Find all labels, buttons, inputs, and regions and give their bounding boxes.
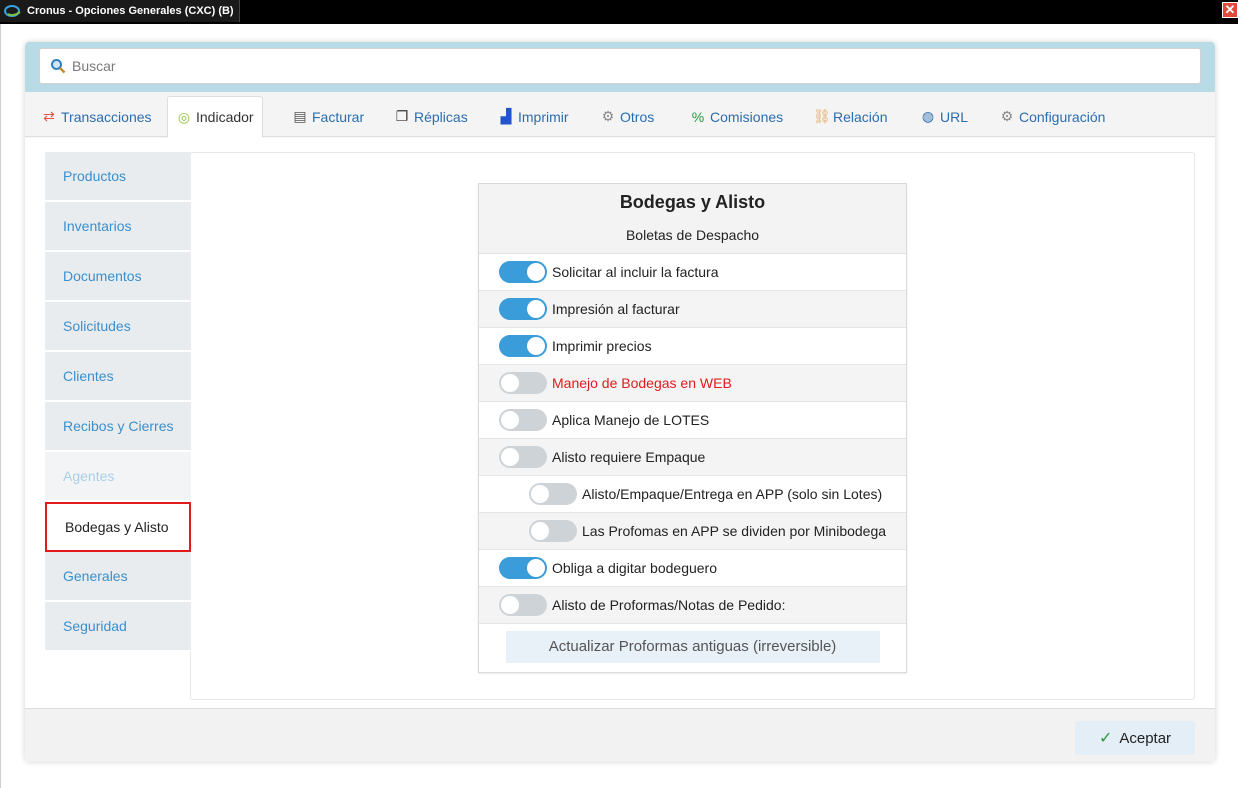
tab-label: Transacciones [61, 108, 152, 125]
option-row: Aplica Manejo de LOTES [479, 402, 906, 439]
side-nav: Productos Inventarios Documentos Solicit… [45, 152, 191, 652]
window-title: Cronus - Opciones Generales (CXC) (B) [27, 5, 234, 17]
sidebar-item-inventarios[interactable]: Inventarios [45, 202, 191, 252]
accept-button[interactable]: ✓ Aceptar [1075, 721, 1195, 755]
panel-title: Bodegas y Alisto [619, 192, 766, 212]
option-row: Imprimir precios [479, 328, 906, 365]
options-dialog: ⇄ Transacciones ◎ Indicador ▤ Facturar ❐ Rép… [25, 42, 1215, 762]
search-input[interactable] [72, 58, 1172, 74]
option-label: Solicitar al incluir la factura [552, 264, 719, 280]
target-icon: ◎ [177, 108, 191, 125]
tab-content: Productos Inventarios Documentos Solicit… [25, 138, 1215, 708]
action-row: Actualizar Proformas antiguas (irreversi… [479, 624, 906, 669]
tab-label: URL [940, 108, 969, 125]
tab-label: Otros [620, 108, 655, 125]
option-label: Alisto de Proformas/Notas de Pedido: [552, 597, 786, 613]
option-row: Las Profomas en APP se dividen por Minib… [479, 513, 906, 550]
tab-label: Indicador [196, 109, 254, 125]
toggle-switch[interactable] [529, 483, 577, 505]
tab-label: Imprimir [518, 108, 569, 125]
panel-header: Bodegas y Alisto Boletas de Despacho [479, 184, 906, 254]
tab-label: Facturar [312, 108, 365, 125]
sidebar-item-bodegas-y-alisto[interactable]: Bodegas y Alisto [45, 502, 191, 552]
sidebar-item-documentos[interactable]: Documentos [45, 252, 191, 302]
toggle-switch[interactable] [499, 446, 547, 468]
link-icon: ⛓ [813, 108, 831, 124]
tab-imprimir[interactable]: ▟ Imprimir [490, 96, 577, 137]
option-row: Manejo de Bodegas en WEB [479, 365, 906, 402]
option-label: Obliga a digitar bodeguero [552, 560, 718, 576]
toggle-switch[interactable] [499, 298, 547, 320]
option-label: Aplica Manejo de LOTES [552, 412, 710, 428]
tab-configuracion[interactable]: ⚙ Configuración [991, 96, 1113, 137]
chart-icon: ▟ [500, 108, 512, 124]
percent-icon: % [691, 108, 705, 125]
accept-label: Aceptar [1119, 729, 1172, 747]
search-icon [50, 58, 66, 74]
check-icon: ✓ [1098, 730, 1113, 747]
toggle-switch[interactable] [499, 409, 547, 431]
document-icon: ▤ [293, 108, 307, 124]
app-logo-icon [4, 4, 22, 18]
tab-label: Réplicas [414, 108, 468, 125]
dialog-footer: ✓ Aceptar [25, 708, 1215, 762]
option-row: Obliga a digitar bodeguero [479, 550, 906, 587]
option-label: Alisto requiere Empaque [552, 449, 706, 465]
gear-icon: ⚙ [1000, 108, 1014, 124]
option-row: Impresión al facturar [479, 291, 906, 328]
sidebar-item-generales[interactable]: Generales [45, 552, 191, 602]
sidebar-item-clientes[interactable]: Clientes [45, 352, 191, 402]
sidebar-item-solicitudes[interactable]: Solicitudes [45, 302, 191, 352]
toggle-switch[interactable] [529, 520, 577, 542]
toggle-switch[interactable] [499, 557, 547, 579]
sidebar-item-productos[interactable]: Productos [45, 152, 191, 202]
swap-arrows-icon: ⇄ [43, 108, 55, 124]
tab-label: Configuración [1019, 108, 1106, 125]
settings-panel: Bodegas y Alisto Boletas de Despacho Sol… [478, 183, 907, 673]
option-row: Solicitar al incluir la factura [479, 254, 906, 291]
toggle-switch[interactable] [499, 594, 547, 616]
option-row: Alisto requiere Empaque [479, 439, 906, 476]
option-label: Imprimir precios [552, 338, 652, 354]
panel-subtitle: Boletas de Despacho [625, 227, 760, 243]
update-old-proformas-button[interactable]: Actualizar Proformas antiguas (irreversi… [505, 630, 880, 663]
tab-label: Relación [833, 108, 888, 125]
option-label: Impresión al facturar [552, 301, 680, 317]
tab-otros[interactable]: ⚙ Otros [592, 96, 662, 137]
toggle-switch[interactable] [499, 335, 547, 357]
sidebar-item-recibos-y-cierres[interactable]: Recibos y Cierres [45, 402, 191, 452]
tab-replicas[interactable]: ❐ Réplicas [386, 96, 476, 137]
sidebar-item-agentes: Agentes [45, 452, 191, 502]
search-box[interactable] [39, 48, 1201, 84]
toggle-switch[interactable] [499, 261, 547, 283]
tab-url[interactable]: ◍ URL [912, 96, 976, 137]
sidebar-item-seguridad[interactable]: Seguridad [45, 602, 191, 652]
gears-icon: ⚙ [601, 108, 615, 124]
copy-icon: ❐ [395, 108, 409, 124]
tab-facturar[interactable]: ▤ Facturar [284, 96, 372, 137]
tab-comisiones[interactable]: % Comisiones [682, 96, 791, 137]
globe-icon: ◍ [921, 108, 935, 124]
toggle-switch[interactable] [499, 372, 547, 394]
option-label: Manejo de Bodegas en WEB [552, 375, 732, 391]
search-band [25, 42, 1215, 92]
option-label: Las Profomas en APP se dividen por Minib… [582, 523, 887, 539]
tab-transacciones[interactable]: ⇄ Transacciones [33, 96, 160, 137]
tab-label: Comisiones [710, 108, 784, 125]
title-bar: Cronus - Opciones Generales (CXC) (B) ✕ [0, 0, 1238, 24]
tab-bar: ⇄ Transacciones ◎ Indicador ▤ Facturar ❐ Rép… [25, 92, 1215, 138]
close-button[interactable]: ✕ [1222, 2, 1238, 18]
window-tab[interactable]: Cronus - Opciones Generales (CXC) (B) [0, 0, 240, 22]
tab-indicador[interactable]: ◎ Indicador [167, 96, 263, 138]
option-row: Alisto de Proformas/Notas de Pedido: [479, 587, 906, 624]
option-row: Alisto/Empaque/Entrega en APP (solo sin … [479, 476, 906, 513]
option-label: Alisto/Empaque/Entrega en APP (solo sin … [582, 486, 883, 502]
tab-relacion[interactable]: ⛓ Relación [805, 96, 895, 137]
